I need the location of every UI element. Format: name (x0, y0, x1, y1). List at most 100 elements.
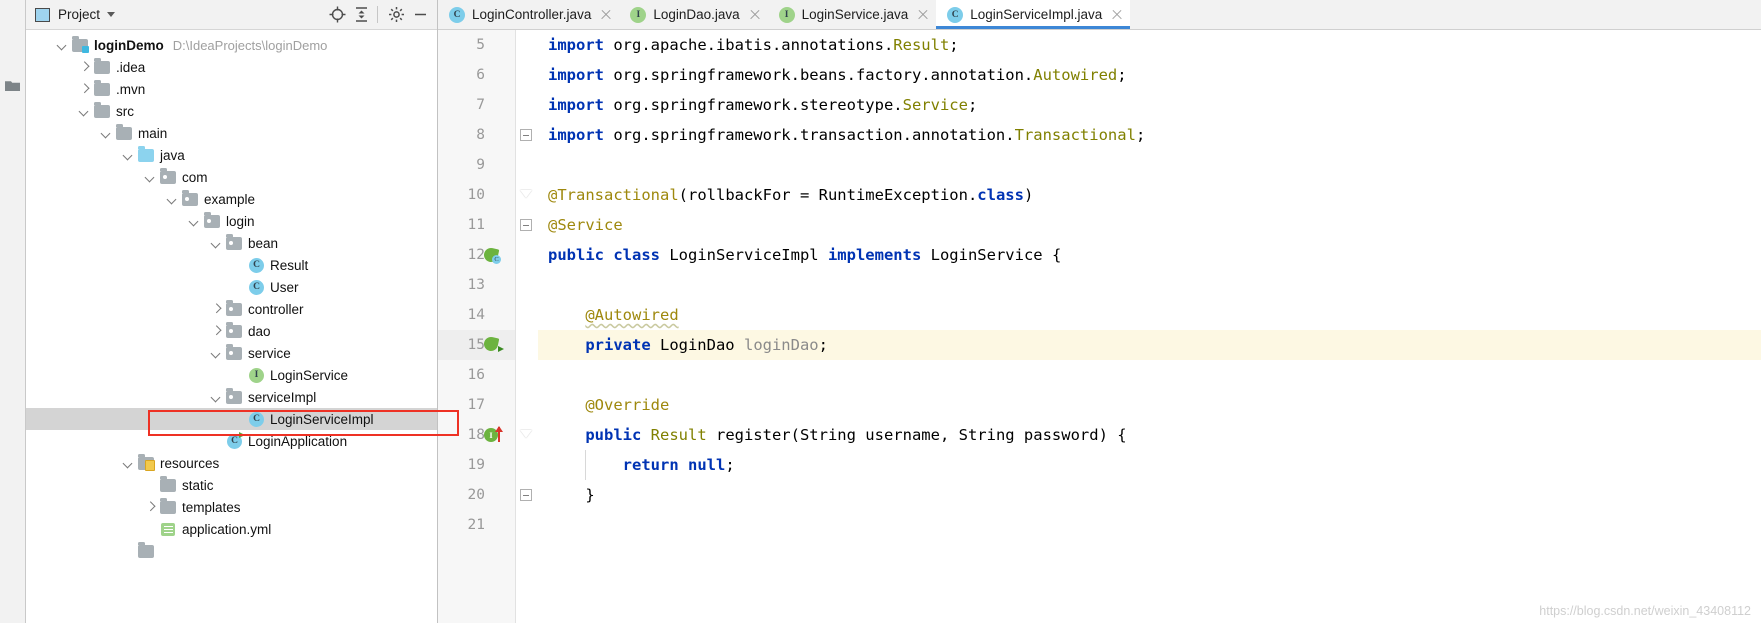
chevron-right-icon[interactable] (78, 61, 91, 74)
tree-item[interactable]: C User (26, 276, 437, 298)
settings-gear-icon[interactable] (385, 4, 407, 26)
tree-item[interactable]: java (26, 144, 437, 166)
editor-tab-label: LoginServiceImpl.java (970, 7, 1103, 22)
chevron-down-icon[interactable] (107, 12, 116, 17)
tree-item[interactable]: .mvn (26, 78, 437, 100)
editor-tab[interactable]: I LoginDao.java (619, 0, 768, 29)
project-tree[interactable]: loginDemo D:\IdeaProjects\loginDemo .idea.… (26, 30, 437, 623)
tree-item[interactable]: static (26, 474, 437, 496)
code-line: import org.springframework.transaction.a… (548, 126, 1146, 144)
line-number: 17 (467, 397, 485, 413)
watermark-text: https://blog.csdn.net/weixin_43408112 (1539, 604, 1751, 618)
tree-item[interactable]: controller (26, 298, 437, 320)
tree-item-label: User (270, 279, 299, 295)
chevron-right-icon[interactable] (210, 325, 223, 338)
code-editor[interactable]: 5 6 7 8 9 10 11 12 C 13 14 15 16 17 18 I 19 20 21 import o… (438, 30, 1761, 623)
package-icon (204, 212, 221, 229)
resource-root-icon (138, 454, 155, 471)
tree-item[interactable]: application.yml (26, 518, 437, 540)
chevron-down-icon[interactable] (100, 127, 113, 140)
gutter-marker[interactable]: I (484, 420, 506, 450)
chevron-down-icon[interactable] (122, 149, 135, 162)
tree-item[interactable]: service (26, 342, 437, 364)
package-icon (182, 190, 199, 207)
chevron-right-icon[interactable] (144, 501, 157, 514)
tree-item-label: Result (270, 257, 309, 273)
tree-item[interactable]: I LoginService (26, 364, 437, 386)
fold-collapse-icon[interactable] (520, 489, 532, 501)
tree-item[interactable]: resources (26, 452, 437, 474)
tree-item[interactable]: dao (26, 320, 437, 342)
folder-icon (138, 542, 155, 559)
chevron-down-icon[interactable] (122, 457, 135, 470)
chevron-down-icon[interactable] (56, 39, 69, 52)
chevron-down-icon[interactable] (210, 391, 223, 404)
close-icon[interactable] (917, 9, 929, 21)
fold-collapse-icon[interactable] (520, 129, 532, 141)
java-class-icon: C (248, 279, 265, 295)
tree-item[interactable]: login (26, 210, 437, 232)
line-number: 16 (467, 367, 485, 383)
line-number: 7 (476, 97, 485, 113)
line-number: 20 (467, 487, 485, 503)
tree-item[interactable]: C LoginApplication (26, 430, 437, 452)
chevron-down-icon[interactable] (210, 237, 223, 250)
tree-item[interactable]: .idea (26, 56, 437, 78)
tree-item-label: .idea (116, 59, 146, 75)
code-folding-gutter[interactable] (516, 30, 538, 623)
tree-item[interactable]: serviceImpl (26, 386, 437, 408)
chevron-right-icon[interactable] (210, 303, 223, 316)
chevron-right-icon[interactable] (78, 83, 91, 96)
tree-item[interactable]: C Result (26, 254, 437, 276)
close-icon[interactable] (1111, 9, 1123, 21)
strip-bottom-area (0, 595, 26, 623)
tree-item[interactable] (26, 540, 437, 562)
editor-tab-bar[interactable]: C LoginController.java I LoginDao.java I Logi… (438, 0, 1761, 30)
fold-collapse-icon[interactable] (520, 219, 532, 231)
tree-item[interactable]: com (26, 166, 437, 188)
gutter-marker[interactable]: C (482, 240, 506, 270)
implemented-interface-icon[interactable]: C (482, 246, 501, 264)
tree-item-label: com (182, 169, 208, 185)
toolbar-divider (377, 6, 378, 23)
fold-region-icon[interactable] (520, 428, 532, 442)
fold-region-icon[interactable] (520, 188, 532, 202)
tree-item[interactable]: src (26, 100, 437, 122)
editor-tab[interactable]: C LoginController.java (438, 0, 620, 29)
tree-item[interactable]: bean (26, 232, 437, 254)
tree-item[interactable]: loginDemo D:\IdeaProjects\loginDemo (26, 34, 437, 56)
tree-item-label: login (226, 213, 255, 229)
locate-icon[interactable] (326, 4, 348, 26)
java-interface-icon: I (248, 367, 265, 383)
chevron-down-icon[interactable] (210, 347, 223, 360)
tree-item-label: dao (248, 323, 271, 339)
chevron-down-icon[interactable] (166, 193, 179, 206)
chevron-down-icon[interactable] (188, 215, 201, 228)
source-root-icon (138, 146, 155, 163)
gutter-marker[interactable] (482, 330, 506, 360)
editor-tab[interactable]: C LoginServiceImpl.java (936, 0, 1131, 29)
autowired-bean-icon[interactable] (482, 335, 504, 353)
overriding-method-icon[interactable]: I (484, 425, 506, 444)
tree-item[interactable]: main (26, 122, 437, 144)
java-runnable-class-icon: C (226, 431, 245, 449)
tree-item-label: service (248, 345, 291, 361)
collapse-all-icon[interactable] (350, 4, 372, 26)
chevron-down-icon[interactable] (144, 171, 157, 184)
editor-tab[interactable]: I LoginService.java (767, 0, 937, 29)
tree-item-label: LoginServiceImpl (270, 411, 374, 427)
tree-item[interactable]: templates (26, 496, 437, 518)
editor-tab-label: LoginController.java (472, 7, 592, 22)
chevron-down-icon[interactable] (78, 105, 91, 118)
tree-item-selected[interactable]: C LoginServiceImpl (26, 408, 437, 430)
code-text-area[interactable]: import org.apache.ibatis.annotations.Res… (538, 30, 1761, 623)
close-icon[interactable] (600, 9, 612, 21)
editor-gutter[interactable]: 5 6 7 8 9 10 11 12 C 13 14 15 16 17 18 I 19 20 21 (438, 30, 516, 623)
close-icon[interactable] (749, 9, 761, 21)
line-number: 11 (467, 217, 485, 233)
tree-item[interactable]: example (26, 188, 437, 210)
hide-panel-icon[interactable] (409, 4, 431, 26)
tree-item-label: loginDemo (94, 37, 164, 53)
folder-icon (94, 80, 111, 97)
